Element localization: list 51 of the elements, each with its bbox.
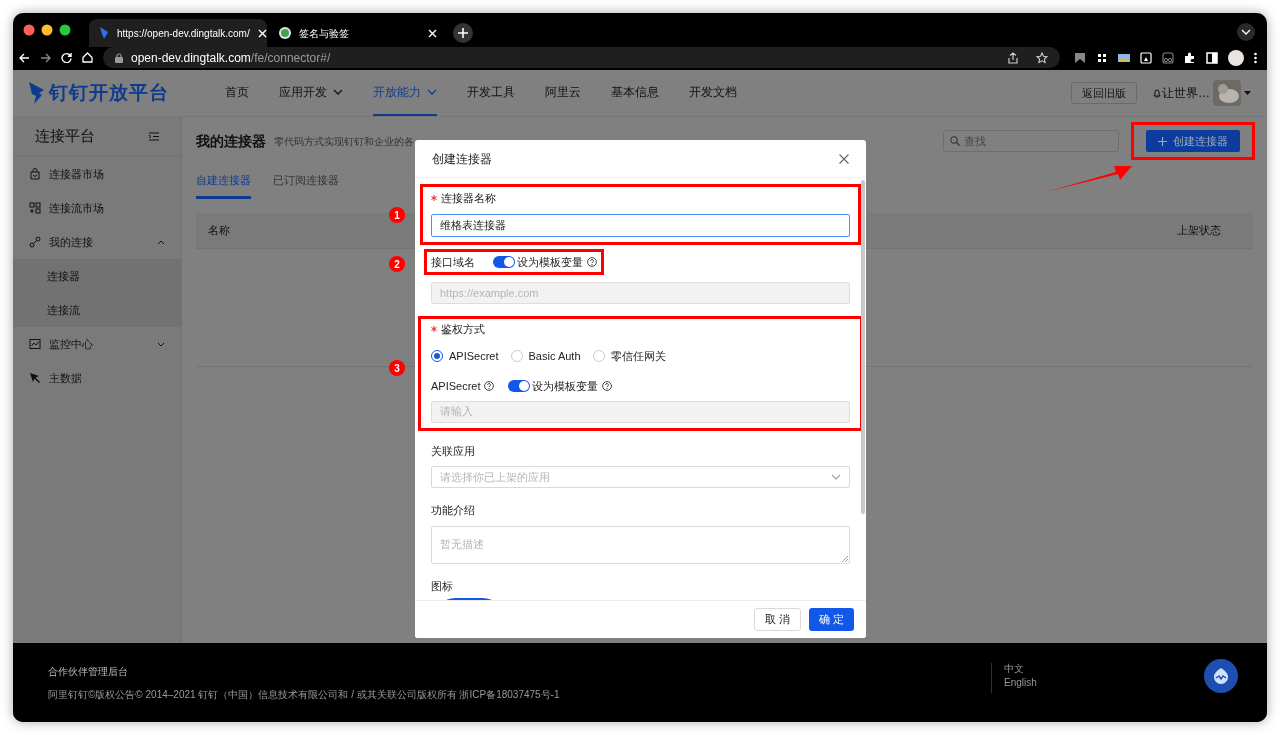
column-header: 名称 <box>208 223 230 239</box>
search-field[interactable]: 查找 <box>943 130 1119 152</box>
tab-title: 签名与验签 <box>299 26 350 41</box>
nav-item[interactable]: 阿里云 <box>545 70 581 116</box>
browser-tab[interactable]: https://open-dev.dingtalk.com/ <box>89 19 267 47</box>
column-header: 上架状态 <box>1177 223 1221 239</box>
field-label: APISecret <box>431 379 481 394</box>
cancel-button[interactable]: 取 消 <box>753 608 801 631</box>
language-link[interactable]: English <box>1004 677 1037 689</box>
sidebar-item[interactable]: 我的连接 <box>13 225 181 259</box>
sidebar-item[interactable]: 连接器市场 <box>13 157 181 191</box>
field-label: 功能介绍 <box>431 503 475 518</box>
create-connector-button[interactable]: 创建连接器 <box>1146 130 1240 152</box>
tab-title: https://open-dev.dingtalk.com/ <box>117 26 250 41</box>
input-field[interactable]: 维格表连接器 <box>431 213 850 237</box>
old-version-button[interactable]: 返回旧版 <box>1071 82 1137 104</box>
page-subtitle: 零代码方式实现钉钉和企业的各 <box>274 134 414 149</box>
toggle-label: 设为模板变量 <box>517 254 583 270</box>
nav-item[interactable]: 应用开发 <box>279 70 343 116</box>
address-bar[interactable]: open-dev.dingtalk.com/fe/connector#/ <box>103 47 1060 68</box>
nav-item[interactable]: 基本信息 <box>611 70 659 116</box>
dialog-title: 创建连接器 <box>432 150 492 168</box>
logo-text: 钉钉开放平台 <box>49 80 169 105</box>
field-label: 连接器名称 <box>441 191 496 206</box>
nav-item[interactable]: 开发文档 <box>689 70 737 116</box>
field-label: 接口域名 <box>431 254 475 270</box>
sidebar-item[interactable]: 监控中心 <box>13 327 181 361</box>
url-text: open-dev.dingtalk.com/fe/connector#/ <box>131 49 332 67</box>
ok-button[interactable]: 确 定 <box>808 608 854 631</box>
sidebar-subitem[interactable]: 连接器 <box>13 259 181 293</box>
sidebar-title: 连接平台 <box>35 126 95 147</box>
footer-title: 合作伙伴管理后台 <box>48 665 128 679</box>
field-label: 关联应用 <box>431 443 475 459</box>
sidebar-item[interactable]: 连接流市场 <box>13 191 181 225</box>
footer-copyright: 阿里钉钉©版权公告© 2014–2021 钉钉（中国）信息技术有限公司和 / 或其关联公司版权所有 浙ICP备18037475号-1 <box>48 688 560 702</box>
sidebar-subitem[interactable]: 连接流 <box>13 293 181 327</box>
page-tab[interactable]: 已订阅连接器 <box>273 171 339 199</box>
radio-option[interactable]: APISecret <box>431 347 499 364</box>
radio-option[interactable]: 零信任网关 <box>592 347 666 364</box>
page-title: 我的连接器 <box>196 131 266 151</box>
nav-item[interactable]: 首页 <box>225 70 249 116</box>
sidebar-item[interactable]: 主数据 <box>13 361 181 395</box>
language-link[interactable]: 中文 <box>1004 663 1037 675</box>
field-label: 图标 <box>431 578 453 594</box>
page-tab[interactable]: 自建连接器 <box>196 171 251 199</box>
browser-tab[interactable]: 签名与验签 <box>269 19 447 47</box>
field-label: 鉴权方式 <box>441 322 485 337</box>
user-name[interactable]: 让世界… <box>1162 84 1210 102</box>
nav-item[interactable]: 开发工具 <box>467 70 515 116</box>
radio-option[interactable]: Basic Auth <box>510 347 581 364</box>
toggle-label: 设为模板变量 <box>531 379 598 394</box>
